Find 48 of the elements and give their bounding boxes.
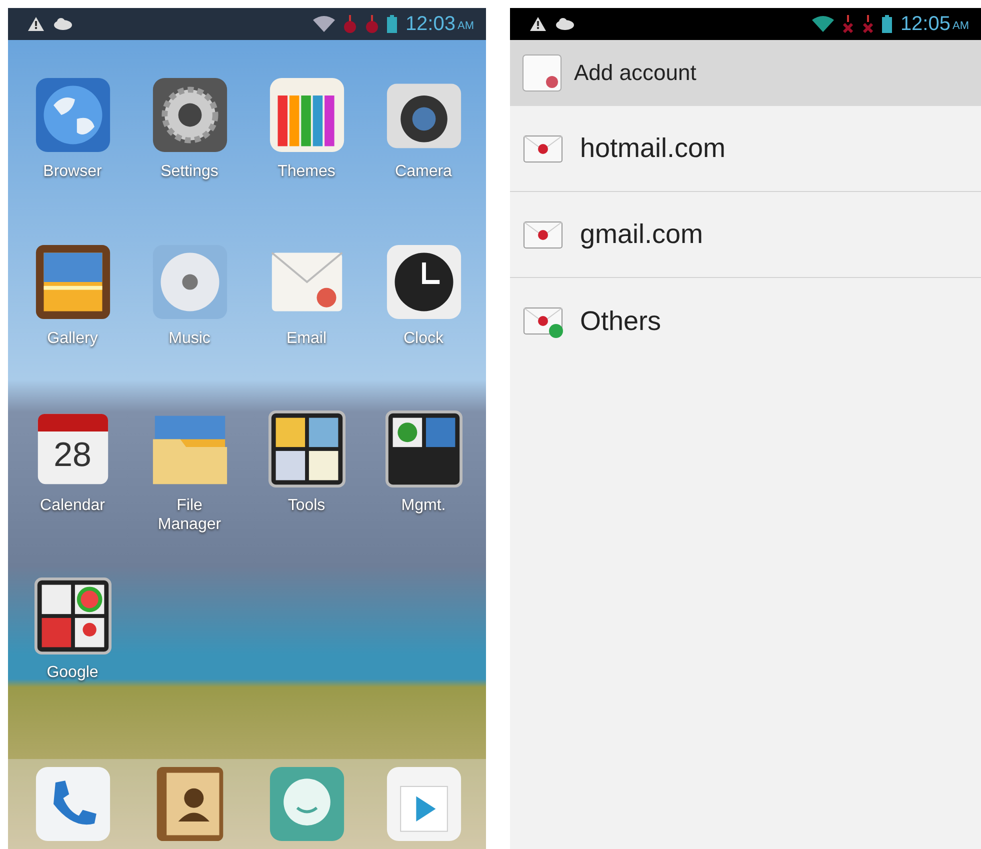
- folder-grid-icon: [34, 577, 112, 655]
- signal-icon: [862, 15, 874, 33]
- screen-title: Add account: [574, 60, 696, 86]
- wifi-icon: [812, 16, 834, 32]
- app-shortcut[interactable]: Mgmt.: [376, 410, 472, 515]
- app-shortcut[interactable]: Google: [24, 577, 120, 682]
- warning-icon: [530, 17, 546, 31]
- clock-meridiem: AM: [458, 20, 474, 32]
- signal-icon: [365, 15, 380, 33]
- shopping-bag-icon: [384, 765, 462, 843]
- wifi-icon: [313, 16, 336, 32]
- app-shortcut[interactable]: Music: [142, 243, 238, 348]
- account-option[interactable]: gmail.com: [510, 192, 981, 278]
- warning-icon: [28, 17, 44, 31]
- app-shortcut[interactable]: Settings: [142, 76, 238, 181]
- globe-icon: [34, 76, 112, 154]
- battery-icon: [387, 15, 398, 33]
- app-shortcut[interactable]: Gallery: [24, 243, 120, 348]
- app-shortcut[interactable]: Tools: [258, 410, 354, 515]
- pencils-icon: [268, 76, 346, 154]
- account-option[interactable]: Others: [510, 278, 981, 364]
- cloud-icon: [54, 18, 72, 30]
- battery-icon: [882, 15, 892, 33]
- dock-app-button[interactable]: [34, 765, 112, 843]
- folder-grid-icon: [268, 410, 346, 488]
- picture-icon: [34, 243, 112, 321]
- app-shortcut[interactable]: 28 Calendar: [24, 410, 120, 515]
- signal-icon: [343, 15, 358, 33]
- phone-icon: [34, 765, 112, 843]
- app-shortcut[interactable]: File Manager: [142, 410, 238, 534]
- dock-app-button[interactable]: [384, 765, 462, 843]
- chat-bubble-icon: [268, 765, 346, 843]
- clock-time: 12:05: [900, 12, 950, 36]
- app-shortcut[interactable]: Browser: [24, 76, 120, 181]
- clock-time: 12:03: [405, 12, 456, 36]
- clock-meridiem: AM: [952, 20, 969, 32]
- cloud-icon: [556, 18, 574, 30]
- calendar-date: 28: [52, 436, 92, 475]
- app-shortcut[interactable]: Email: [258, 243, 354, 348]
- app-shortcut[interactable]: Camera: [376, 76, 472, 181]
- app-shortcut[interactable]: Clock: [376, 243, 472, 348]
- gear-icon: [150, 76, 228, 154]
- envelope-icon: [522, 54, 562, 92]
- clock-icon: [384, 243, 462, 321]
- signal-icon: [842, 15, 854, 33]
- folder-grid-icon: [384, 410, 462, 488]
- account-option[interactable]: hotmail.com: [510, 106, 981, 192]
- app-shortcut[interactable]: Themes: [258, 76, 354, 181]
